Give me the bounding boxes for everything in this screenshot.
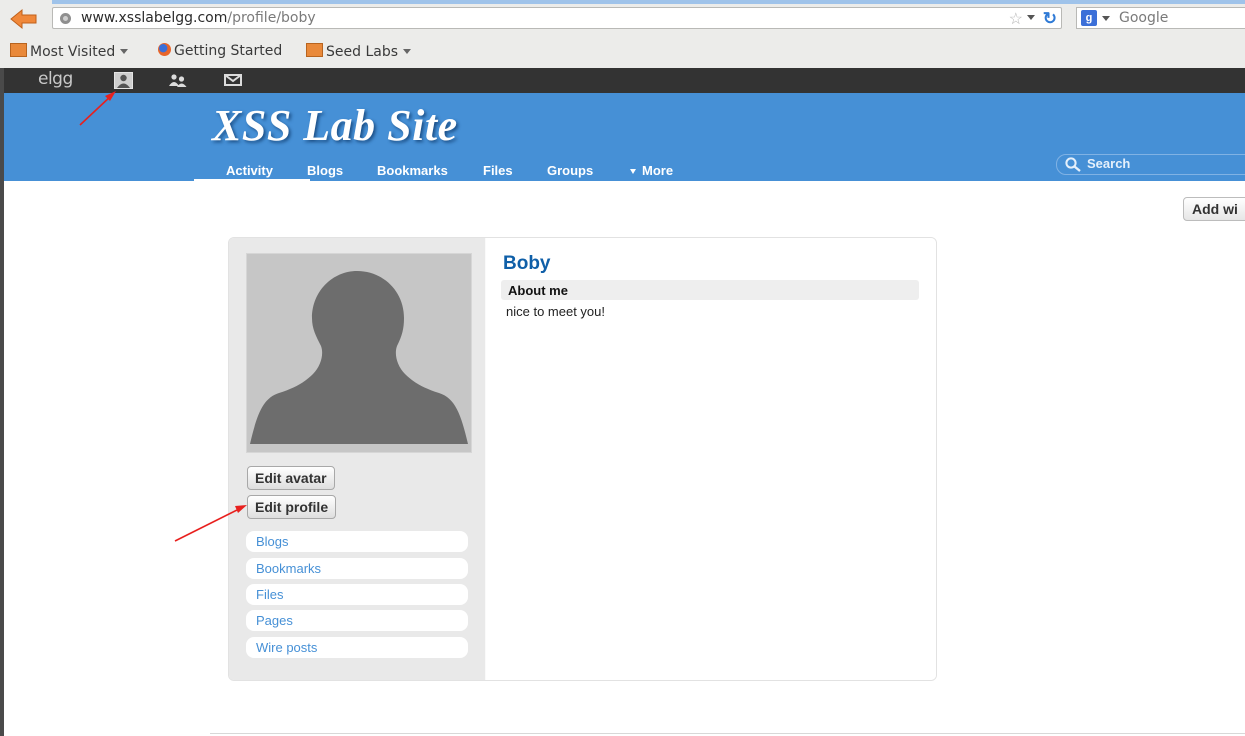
browser-search-placeholder: Google xyxy=(1119,10,1169,26)
chevron-down-icon xyxy=(403,49,412,54)
messages-icon[interactable] xyxy=(224,74,242,86)
profile-details: Boby About me nice to meet you! xyxy=(486,238,936,680)
nav-bookmarks[interactable]: Bookmarks xyxy=(377,163,448,178)
profile-module: Edit avatar Edit profile Blogs Bookmarks… xyxy=(228,237,937,681)
browser-search-bar[interactable]: g Google xyxy=(1076,7,1245,29)
chevron-down-icon xyxy=(120,49,129,54)
add-widgets-button[interactable]: Add wi xyxy=(1183,197,1245,221)
about-text: nice to meet you! xyxy=(506,304,605,319)
site-title[interactable]: XSS Lab Site xyxy=(212,100,458,151)
profile-owner-block: Edit avatar Edit profile Blogs Bookmarks… xyxy=(229,238,485,680)
owner-menu-wire-posts[interactable]: Wire posts xyxy=(246,637,468,658)
profile-name: Boby xyxy=(503,253,551,274)
site-search-input[interactable]: Search xyxy=(1056,154,1245,175)
owner-menu-blogs[interactable]: Blogs xyxy=(246,531,468,552)
nav-more[interactable]: More xyxy=(630,163,673,178)
url-bar[interactable]: www.xsslabelgg.com/profile/boby ☆ ↻ xyxy=(52,7,1062,29)
bookmark-getting-started[interactable]: Getting Started xyxy=(158,43,282,59)
owner-menu-files[interactable]: Files xyxy=(246,584,468,605)
nav-files[interactable]: Files xyxy=(483,163,513,178)
avatar[interactable] xyxy=(246,253,472,453)
owner-menu-bookmarks[interactable]: Bookmarks xyxy=(246,558,468,579)
search-engine-dropdown-icon[interactable] xyxy=(1102,16,1110,21)
bookmark-label: Getting Started xyxy=(174,43,283,59)
elgg-topbar: elgg xyxy=(4,68,1245,93)
elgg-logo[interactable]: elgg xyxy=(38,69,73,89)
bookmark-label: Seed Labs xyxy=(326,44,399,60)
browser-toolbar: www.xsslabelgg.com/profile/boby ☆ ↻ g Go… xyxy=(0,0,1245,68)
nav-active-indicator xyxy=(194,179,310,181)
footer-divider xyxy=(210,733,1245,734)
site-search-placeholder: Search xyxy=(1087,156,1131,171)
bookmark-seed-labs[interactable]: Seed Labs xyxy=(306,43,412,60)
url-text: www.xsslabelgg.com/profile/boby xyxy=(81,10,316,26)
search-icon xyxy=(1065,157,1081,172)
nav-blogs[interactable]: Blogs xyxy=(307,163,343,178)
folder-icon xyxy=(306,43,323,57)
firefox-icon xyxy=(158,43,171,56)
owner-menu-pages[interactable]: Pages xyxy=(246,610,468,631)
globe-icon xyxy=(60,13,71,24)
tab-strip-edge xyxy=(52,0,1245,4)
url-path: /profile/boby xyxy=(227,10,316,26)
nav-more-label: More xyxy=(642,163,674,178)
reload-icon[interactable]: ↻ xyxy=(1043,9,1057,29)
edit-profile-button[interactable]: Edit profile xyxy=(247,495,337,519)
profile-icon[interactable] xyxy=(114,72,133,89)
site-header: XSS Lab Site Activity Blogs Bookmarks Fi… xyxy=(4,93,1245,181)
google-icon[interactable]: g xyxy=(1081,10,1097,26)
nav-activity[interactable]: Activity xyxy=(226,163,273,178)
url-host: www.xsslabelgg.com xyxy=(81,10,228,26)
url-history-dropdown-icon[interactable] xyxy=(1027,15,1035,20)
edit-avatar-button[interactable]: Edit avatar xyxy=(247,466,335,490)
bookmark-star-icon[interactable]: ☆ xyxy=(1009,9,1023,29)
folder-icon xyxy=(10,43,27,57)
bookmark-most-visited[interactable]: Most Visited xyxy=(10,43,129,60)
about-heading: About me xyxy=(501,280,919,300)
chevron-down-icon xyxy=(630,169,636,174)
nav-groups[interactable]: Groups xyxy=(547,163,593,178)
friends-icon[interactable] xyxy=(168,74,188,87)
back-arrow-icon[interactable] xyxy=(8,7,40,31)
default-avatar-silhouette-icon xyxy=(250,271,468,444)
bookmark-label: Most Visited xyxy=(30,44,116,60)
